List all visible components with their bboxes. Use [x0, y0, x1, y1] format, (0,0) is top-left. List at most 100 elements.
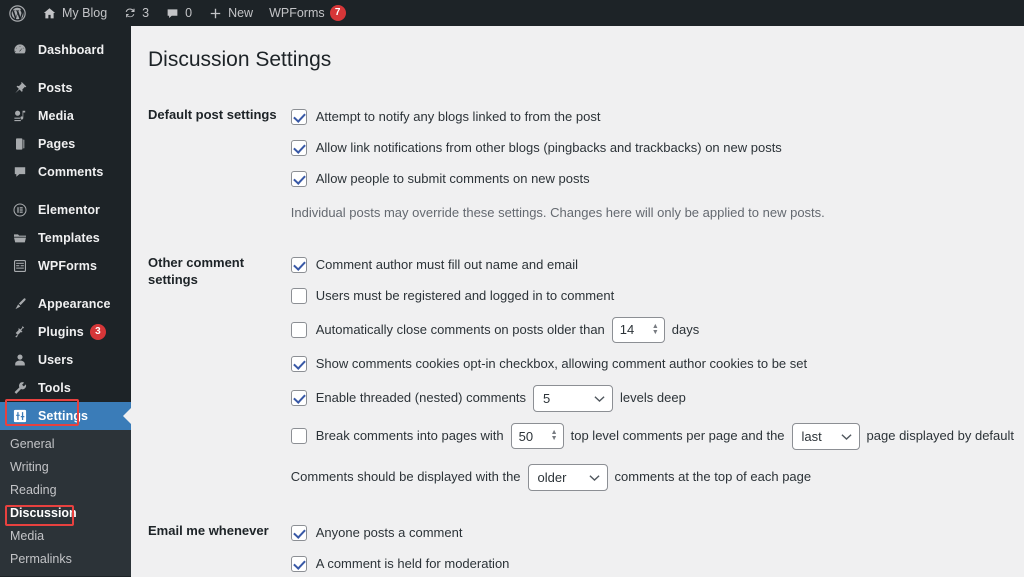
comments-per-page-input[interactable]: 50 ▲ ▼	[510, 423, 564, 450]
sidebar-item-label: Settings	[38, 409, 89, 423]
submenu-item-label: Discussion	[10, 505, 77, 520]
sidebar-item-media[interactable]: Media	[0, 102, 131, 130]
sidebar-item-dashboard[interactable]: Dashboard	[0, 36, 131, 64]
site-name-menu[interactable]: My Blog	[34, 0, 115, 26]
sidebar-item-pages[interactable]: Pages	[0, 130, 131, 158]
option-label-before: Comments should be displayed with the	[290, 469, 521, 485]
submenu-item-general[interactable]: General	[0, 432, 131, 455]
option-label: Anyone posts a comment	[315, 524, 463, 540]
section-default-post-settings: Default post settings Attempt to notify …	[131, 91, 1024, 239]
chevron-down-icon	[594, 391, 605, 406]
submenu-item-reading[interactable]: Reading	[0, 478, 131, 501]
option-cookies-optin[interactable]: Show comments cookies opt-in checkbox, a…	[290, 354, 1014, 374]
section-heading: Other comment settings	[148, 254, 245, 287]
option-label: Comment author must fill out name and em…	[315, 256, 579, 272]
section-description: Individual posts may override these sett…	[290, 205, 825, 221]
option-email-anyone-posts[interactable]: Anyone posts a comment	[290, 523, 1014, 543]
submenu-item-writing[interactable]: Writing	[0, 455, 131, 478]
option-comment-order[interactable]: Comments should be displayed with the ol…	[290, 463, 1014, 491]
option-label-before: Enable threaded (nested) comments	[315, 390, 527, 406]
menu-spacer	[0, 280, 131, 290]
sidebar-item-users[interactable]: Users	[0, 346, 131, 374]
new-content-menu[interactable]: New	[200, 0, 261, 26]
menu-spacer	[0, 186, 131, 196]
sidebar-item-tools[interactable]: Tools	[0, 374, 131, 402]
updates-icon	[123, 6, 137, 20]
submenu-item-label: Reading	[10, 482, 57, 497]
option-threaded-comments[interactable]: Enable threaded (nested) comments 5 leve…	[290, 384, 1014, 412]
comment-order-select[interactable]: older	[527, 463, 608, 491]
option-allow-comments[interactable]: Allow people to submit comments on new p…	[290, 169, 1014, 189]
comment-bubble-icon	[165, 6, 180, 21]
checkbox[interactable]	[290, 321, 307, 338]
submenu-item-permalinks[interactable]: Permalinks	[0, 547, 131, 570]
option-break-comments-pages[interactable]: Break comments into pages with 50 ▲ ▼ top…	[290, 422, 1014, 450]
sidebar-item-label: Appearance	[38, 297, 111, 311]
checkbox[interactable]	[290, 287, 307, 304]
user-icon	[10, 352, 29, 368]
checkbox[interactable]	[290, 256, 307, 273]
stepper-arrows-icon[interactable]: ▲ ▼	[649, 323, 662, 336]
checkbox[interactable]	[290, 355, 307, 372]
wordpress-admin-screen: My Blog 3 0 New WPForms 7 Dashboard Post…	[0, 0, 1024, 577]
thread-depth-select[interactable]: 5	[533, 384, 614, 412]
checkbox[interactable]	[290, 428, 307, 445]
section-body: Anyone posts a comment A comment is held…	[290, 507, 1024, 577]
checkbox[interactable]	[290, 109, 307, 126]
option-notify-linked-blogs[interactable]: Attempt to notify any blogs linked to fr…	[290, 107, 1014, 127]
sidebar-item-label: Elementor	[38, 203, 101, 217]
sidebar-item-posts[interactable]: Posts	[0, 74, 131, 102]
option-label-after: days	[671, 321, 700, 337]
section-email-me-whenever: Email me whenever Anyone posts a comment…	[131, 507, 1024, 577]
comments-menu[interactable]: 0	[157, 0, 200, 26]
sidebar-item-label: Templates	[38, 231, 100, 245]
checkbox[interactable]	[290, 171, 307, 188]
section-heading: Email me whenever	[148, 522, 269, 538]
updates-menu[interactable]: 3	[115, 0, 157, 26]
option-label-before: Automatically close comments on posts ol…	[315, 321, 605, 337]
submenu-item-discussion[interactable]: Discussion	[0, 501, 131, 524]
wordpress-logo-icon	[9, 4, 26, 22]
chevron-down-icon	[588, 470, 600, 485]
option-allow-pingbacks[interactable]: Allow link notifications from other blog…	[290, 138, 1014, 158]
page-title: Discussion Settings	[148, 48, 332, 71]
option-email-held-moderation[interactable]: A comment is held for moderation	[290, 554, 1014, 574]
brush-icon	[10, 296, 29, 312]
sidebar-item-label: Dashboard	[38, 43, 105, 57]
stepper-arrows-icon[interactable]: ▲ ▼	[548, 429, 561, 442]
option-label: Users must be registered and logged in t…	[315, 287, 615, 303]
input-value: 50	[518, 428, 534, 444]
checkbox[interactable]	[290, 390, 307, 407]
main-content: Discussion Settings Default post setting…	[131, 26, 1024, 577]
wordpress-logo-menu[interactable]	[0, 0, 34, 26]
sidebar-item-comments[interactable]: Comments	[0, 158, 131, 186]
sidebar-item-elementor[interactable]: Elementor	[0, 196, 131, 224]
submenu-item-media[interactable]: Media	[0, 524, 131, 547]
wpforms-label: WPForms	[269, 5, 325, 20]
folder-icon	[10, 230, 29, 246]
option-require-registration[interactable]: Users must be registered and logged in t…	[290, 286, 1014, 306]
option-require-name-email[interactable]: Comment author must fill out name and em…	[290, 255, 1014, 275]
sidebar-item-settings[interactable]: Settings	[0, 402, 131, 430]
close-comments-days-input[interactable]: 14 ▲ ▼	[611, 316, 665, 343]
option-label-before: Break comments into pages with	[315, 428, 504, 444]
sidebar-item-label: Media	[38, 109, 74, 123]
sidebar-item-label: WPForms	[38, 259, 98, 273]
option-auto-close-comments[interactable]: Automatically close comments on posts ol…	[290, 316, 1014, 343]
sidebar-item-appearance[interactable]: Appearance	[0, 290, 131, 318]
checkbox[interactable]	[290, 140, 307, 157]
wpforms-menu[interactable]: WPForms 7	[261, 0, 354, 26]
default-page-select[interactable]: last	[791, 422, 860, 450]
section-other-comment-settings: Other comment settings Comment author mu…	[131, 239, 1024, 507]
checkbox[interactable]	[290, 524, 307, 541]
sidebar-item-wpforms[interactable]: WPForms	[0, 252, 131, 280]
checkbox[interactable]	[290, 555, 307, 572]
option-label: Attempt to notify any blogs linked to fr…	[315, 109, 601, 125]
option-label-after: levels deep	[620, 390, 686, 406]
sidebar-item-plugins[interactable]: Plugins 3	[0, 318, 131, 346]
submenu-item-label: General	[10, 436, 55, 451]
sidebar-item-templates[interactable]: Templates	[0, 224, 131, 252]
option-label: Allow people to submit comments on new p…	[315, 171, 590, 187]
option-label-after: page displayed by default	[866, 428, 1014, 444]
select-value: 5	[543, 390, 551, 406]
